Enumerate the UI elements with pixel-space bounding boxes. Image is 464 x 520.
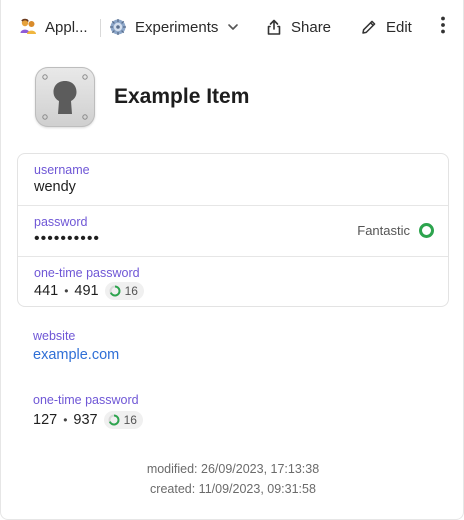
share-icon: [264, 17, 284, 37]
password-strength: Fantastic: [357, 223, 434, 238]
otp2-timer: 16: [103, 411, 143, 429]
kebab-icon: [440, 15, 446, 39]
people-icon: [18, 17, 38, 37]
share-label: Share: [291, 18, 332, 36]
item-header: Example Item: [35, 67, 249, 127]
vault-selector[interactable]: Experiments: [108, 10, 239, 44]
otp-code-part1: 441: [34, 283, 59, 299]
item-detail-panel: Appl... Experiments Share Edit Example I…: [0, 0, 464, 520]
keyhole-lock-icon: [35, 67, 95, 127]
login-fields-card: username wendy password •••••••••• Fanta…: [17, 153, 449, 307]
toolbar: Appl... Experiments Share Edit: [1, 10, 464, 44]
countdown-icon: [109, 285, 121, 297]
account-switcher[interactable]: Appl...: [18, 10, 88, 44]
strength-ring-icon: [419, 223, 434, 238]
otp-timer-seconds: 16: [124, 284, 138, 298]
otp-value-2[interactable]: 127 • 937 16: [33, 411, 143, 429]
more-options-button[interactable]: [433, 10, 453, 44]
otp-label: one-time password: [34, 266, 140, 280]
username-value[interactable]: wendy: [34, 179, 76, 195]
otp2-code-part2: 937: [73, 412, 98, 428]
chevron-down-icon: [227, 21, 239, 33]
edit-button[interactable]: Edit: [359, 10, 412, 44]
password-strength-label: Fantastic: [357, 223, 410, 238]
otp-separator: •: [64, 284, 69, 298]
password-field[interactable]: password •••••••••• Fantastic: [18, 205, 448, 256]
toolbar-divider: [100, 19, 101, 37]
website-field[interactable]: website example.com: [33, 329, 119, 363]
account-label: Appl...: [45, 18, 88, 36]
otp-value[interactable]: 441 • 491 16: [34, 282, 144, 300]
username-label: username: [34, 163, 90, 177]
vault-label: Experiments: [135, 18, 219, 36]
created-timestamp: created: 11/09/2023, 09:31:58: [150, 482, 316, 496]
modified-timestamp: modified: 26/09/2023, 17:13:38: [146, 462, 320, 476]
password-value[interactable]: ••••••••••: [34, 230, 100, 248]
vault-icon: [108, 17, 128, 37]
countdown-icon: [108, 414, 120, 426]
item-title: Example Item: [114, 85, 250, 108]
password-label: password: [34, 215, 88, 229]
otp-code-part2: 491: [74, 283, 99, 299]
website-link[interactable]: example.com: [33, 347, 119, 363]
otp2-timer-seconds: 16: [123, 413, 137, 427]
username-field[interactable]: username wendy: [18, 154, 448, 205]
otp2-code-part1: 127: [33, 412, 58, 428]
otp-label-2: one-time password: [33, 393, 139, 407]
website-label: website: [33, 329, 76, 343]
otp-field-2[interactable]: one-time password 127 • 937 16: [33, 393, 143, 429]
edit-label: Edit: [386, 18, 412, 36]
otp-timer: 16: [104, 282, 144, 300]
otp2-separator: •: [63, 413, 68, 427]
pencil-icon: [359, 17, 379, 37]
share-button[interactable]: Share: [264, 10, 331, 44]
otp-field[interactable]: one-time password 441 • 491 16: [18, 256, 448, 307]
